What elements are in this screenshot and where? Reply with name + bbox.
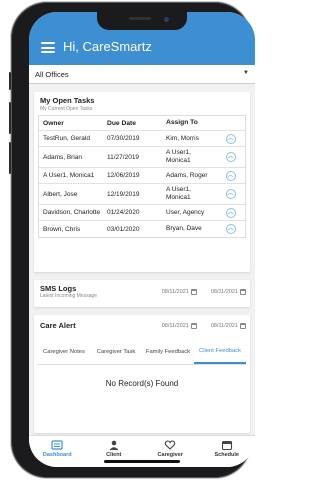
calendar-icon xyxy=(240,323,246,329)
office-select[interactable]: All Offices ▼ xyxy=(29,65,255,84)
chevron-up-icon[interactable]: ︿ xyxy=(225,152,236,162)
task-owner: TestRun, Gerald xyxy=(43,135,90,142)
tasks-table: Owner Due Date Assign To TestRun, Gerald… xyxy=(38,115,246,238)
nav-dashboard[interactable]: Dashboard xyxy=(29,436,86,467)
chevron-up-icon[interactable]: ︿ xyxy=(225,133,236,144)
empty-message: No Record(s) Found xyxy=(105,379,179,388)
care-alert-card: Care Alert 08/11/2021 08/11/2021 Caregiv… xyxy=(34,315,250,433)
tasks-table-header: Owner Due Date Assign To xyxy=(39,116,245,131)
nav-dashboard-label: Dashboard xyxy=(42,452,72,458)
care-alert-title: Care Alert xyxy=(40,321,76,330)
volume-down-button xyxy=(9,142,11,174)
notch xyxy=(97,12,187,30)
volume-up-button xyxy=(9,102,11,134)
sms-date-to[interactable]: 08/11/2021 xyxy=(211,289,246,295)
table-row[interactable]: Brown, Chris 03/01/2020 Bryan, Dave ︿ xyxy=(39,221,245,237)
tab-caregiver-task[interactable]: Caregiver Task xyxy=(90,340,142,364)
task-due-date: 03/01/2020 xyxy=(107,225,140,233)
nav-schedule[interactable]: Schedule xyxy=(199,436,256,467)
sms-logs-card: SMS Logs Latest Incoming Message 08/11/2… xyxy=(34,280,250,307)
table-row[interactable]: A User1, Monica1 12/06/2019 Adams, Roger… xyxy=(39,168,245,184)
calendar-icon xyxy=(190,289,197,295)
task-assignee: Bryan, Dave xyxy=(166,225,202,232)
task-due-date: 12/19/2019 xyxy=(107,190,140,198)
calendar-icon xyxy=(190,323,197,329)
task-assignee: User, Agency xyxy=(166,208,205,216)
chevron-up-icon[interactable]: ︿ xyxy=(225,170,236,181)
task-owner: Albert, Jose xyxy=(43,190,78,198)
sms-date-range: 08/11/2021 08/11/2021 xyxy=(162,289,246,295)
calendar-icon xyxy=(221,440,232,450)
tab-client-feedback[interactable]: Client Feedback xyxy=(194,340,246,364)
table-row[interactable]: Davidson, Charlotte 01/24/2020 User, Age… xyxy=(39,205,245,221)
task-assignee: A User1, Monica1 xyxy=(166,186,191,201)
chevron-up-icon[interactable]: ︿ xyxy=(225,189,236,199)
open-tasks-card: My Open Tasks My Current Open Tasks Owne… xyxy=(34,92,250,272)
header-title: Hi, CareSmartz xyxy=(63,39,152,54)
speaker xyxy=(129,17,151,20)
task-owner: Adams, Brian xyxy=(43,153,83,161)
column-header-owner: Owner xyxy=(43,119,64,127)
table-row[interactable]: Albert, Jose 12/19/2019 A User1, Monica1… xyxy=(39,184,245,205)
care-alert-tabs: Caregiver Notes Caregiver Task Family Fe… xyxy=(38,340,246,365)
column-header-due-date: Due Date xyxy=(107,119,136,127)
caregiver-heart-icon xyxy=(165,440,176,450)
chevron-up-icon[interactable]: ︿ xyxy=(225,224,236,234)
task-due-date: 12/06/2019 xyxy=(107,172,140,179)
tab-caregiver-notes[interactable]: Caregiver Notes xyxy=(38,340,90,364)
phone-screen: Hi, CareSmartz All Offices ▼ My Open Tas… xyxy=(29,12,255,467)
calendar-icon xyxy=(240,289,246,295)
care-alert-date-from[interactable]: 08/11/2021 xyxy=(162,323,197,329)
nav-schedule-label: Schedule xyxy=(214,452,239,458)
care-alert-date-to[interactable]: 08/11/2021 xyxy=(211,323,246,329)
user-icon xyxy=(109,440,119,450)
menu-icon[interactable] xyxy=(41,42,55,53)
task-assignee: Adams, Roger xyxy=(166,171,208,179)
camera-icon xyxy=(164,17,169,22)
mute-switch xyxy=(9,72,11,90)
open-tasks-subtitle: My Current Open Tasks xyxy=(40,106,93,112)
nav-client-label: Client xyxy=(106,452,122,458)
care-alert-date-range: 08/11/2021 08/11/2021 xyxy=(162,323,246,329)
task-owner: Brown, Chris xyxy=(43,225,81,233)
task-assignee: Kim, Morris xyxy=(166,134,199,142)
sms-date-from[interactable]: 08/11/2021 xyxy=(162,289,197,295)
chevron-up-icon[interactable]: ︿ xyxy=(225,207,236,218)
task-due-date: 01/24/2020 xyxy=(107,209,140,216)
chevron-down-icon: ▼ xyxy=(243,70,249,76)
table-row[interactable]: TestRun, Gerald 07/30/2019 Kim, Morris ︿ xyxy=(39,131,245,147)
task-due-date: 11/27/2019 xyxy=(107,153,140,161)
task-due-date: 07/30/2019 xyxy=(107,135,140,142)
table-row[interactable]: Adams, Brian 11/27/2019 A User1, Monica1… xyxy=(39,147,245,168)
column-header-assign-to: Assign To xyxy=(166,119,198,126)
nav-caregiver-label: Caregiver xyxy=(157,452,183,458)
open-tasks-title: My Open Tasks xyxy=(40,96,95,105)
office-select-value: All Offices xyxy=(35,70,69,79)
dashboard-icon xyxy=(51,440,63,450)
task-owner: A User1, Monica1 xyxy=(43,172,95,179)
home-indicator xyxy=(104,460,180,463)
task-owner: Davidson, Charlotte xyxy=(43,209,101,216)
tab-family-feedback[interactable]: Family Feedback xyxy=(142,340,194,364)
task-assignee: A User1, Monica1 xyxy=(166,149,191,164)
